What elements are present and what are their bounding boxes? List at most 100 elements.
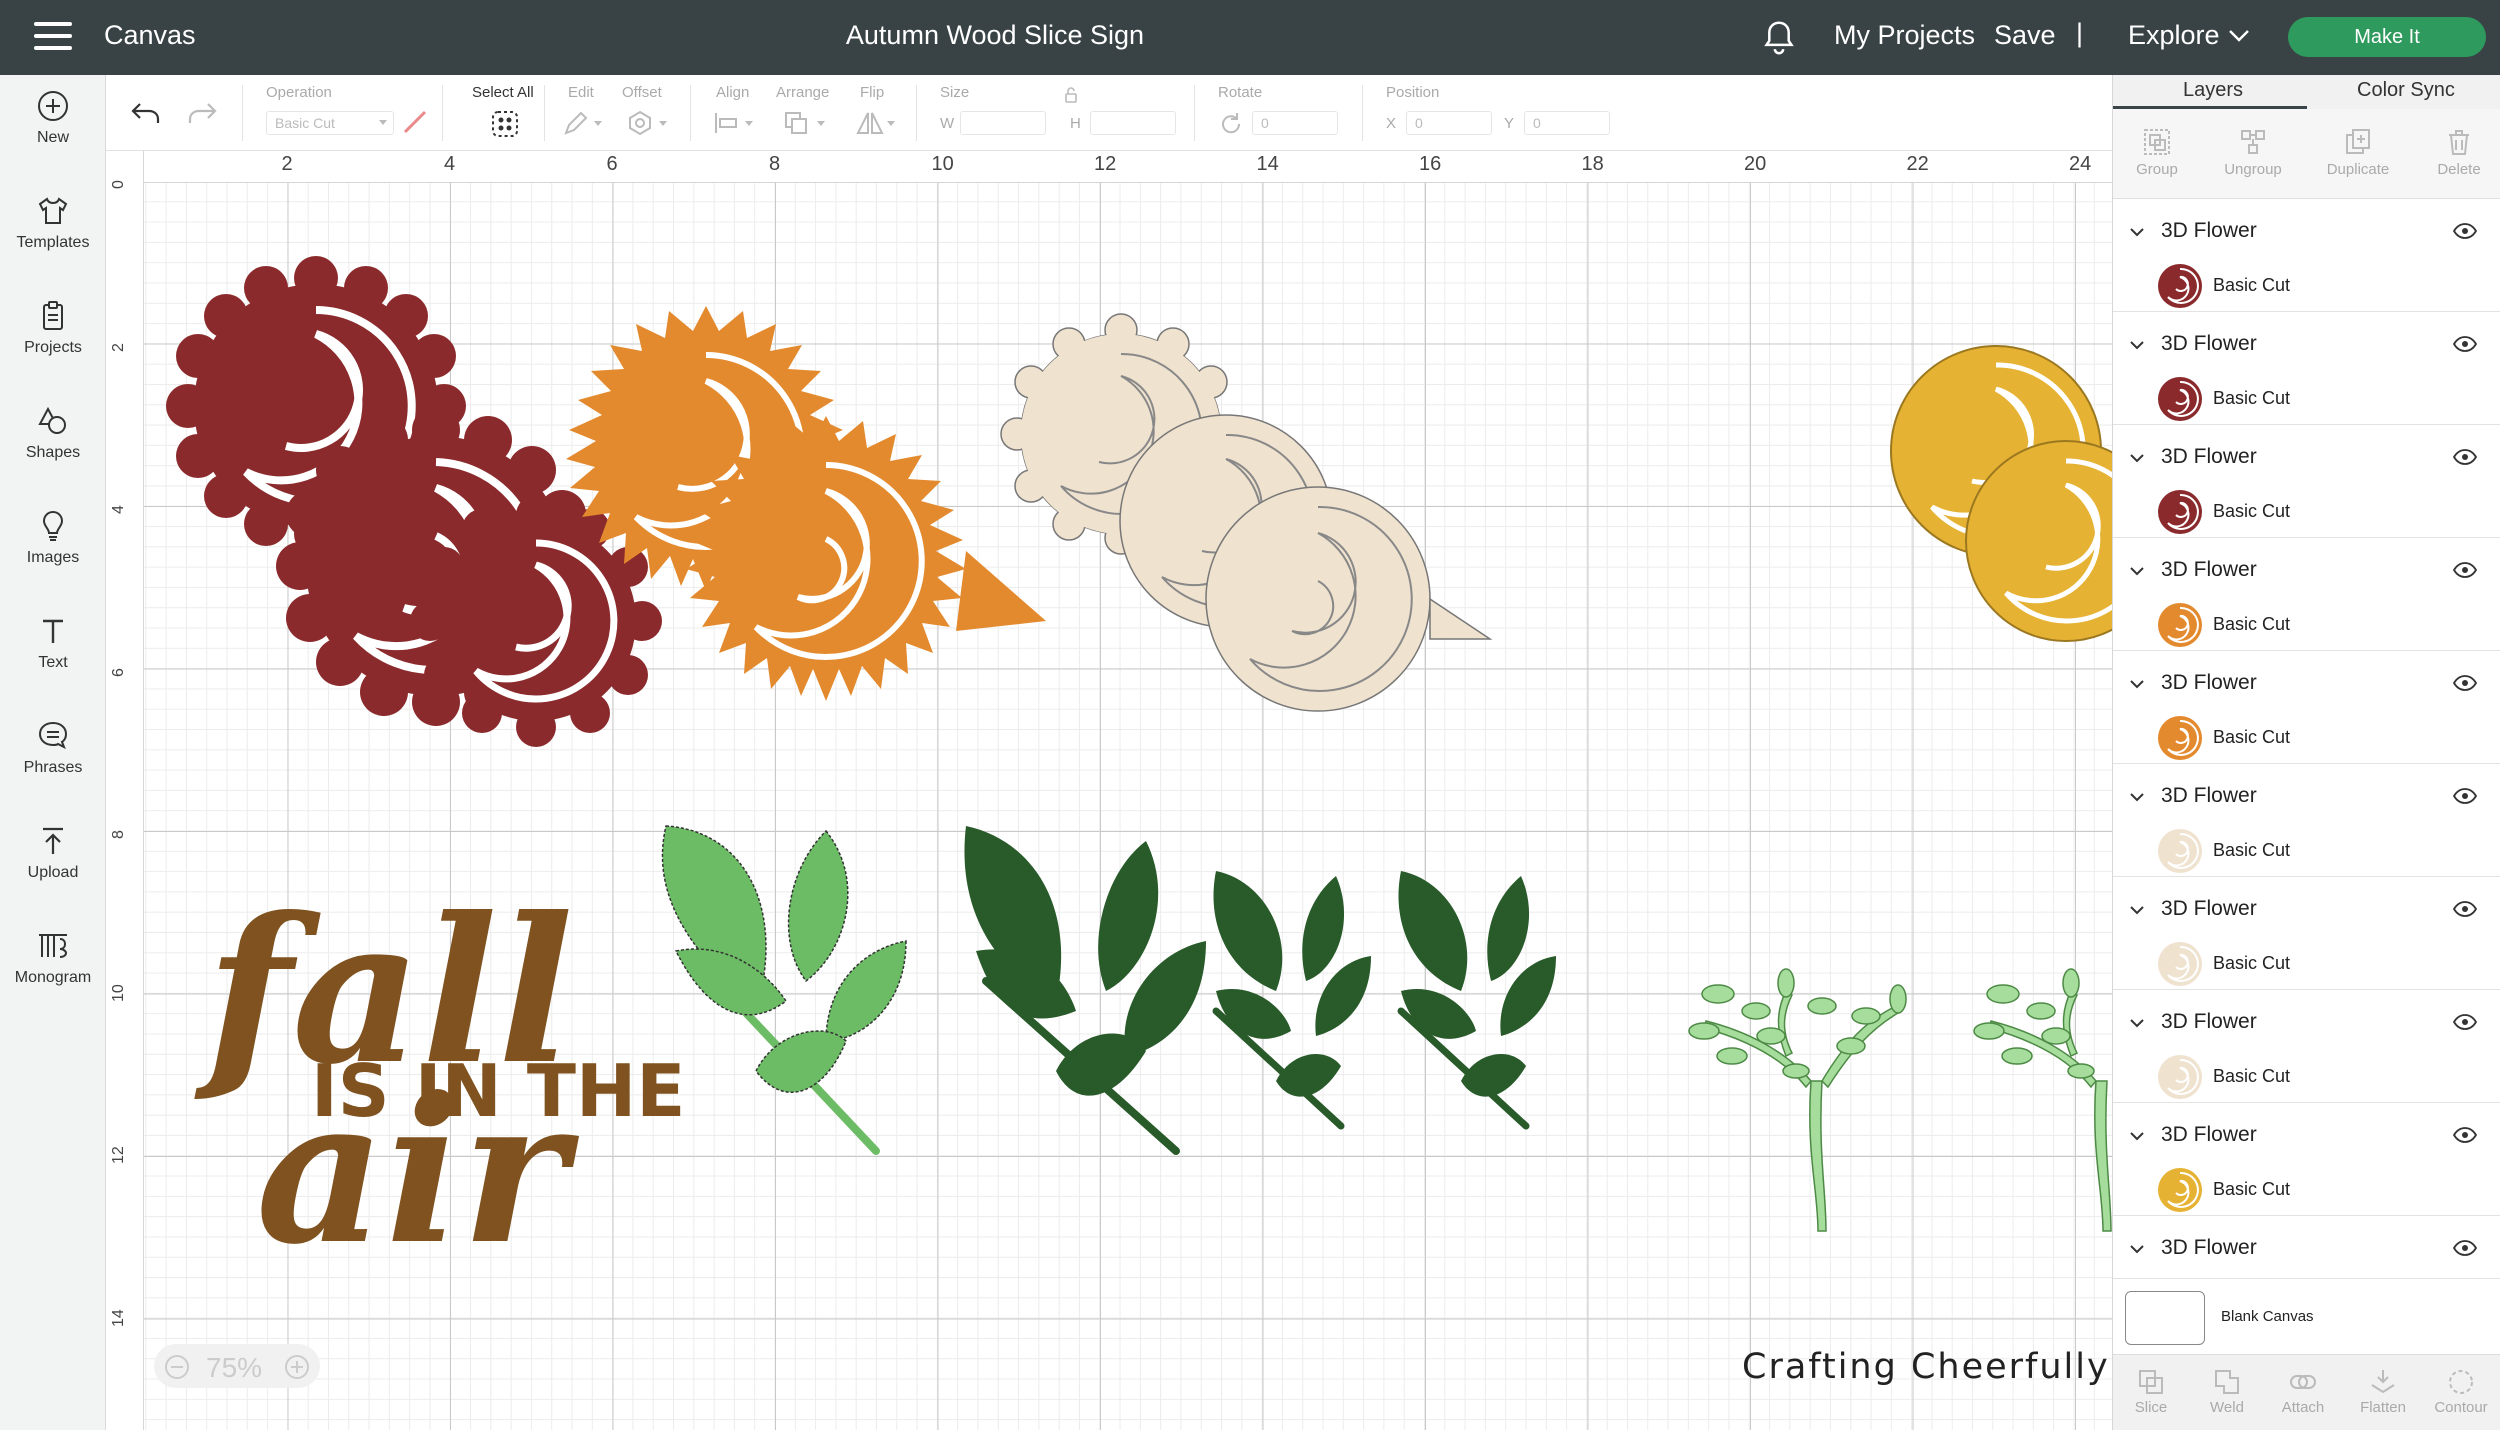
chevron-down-icon[interactable] <box>2129 1018 2145 1028</box>
align-icon[interactable] <box>712 109 756 137</box>
x-input[interactable]: 0 <box>1406 111 1492 135</box>
layer-row[interactable]: 3D FlowerBasic Cut <box>2113 199 2500 312</box>
sidebar-item-phrases[interactable]: Phrases <box>0 705 106 795</box>
chevron-down-icon[interactable] <box>2129 340 2145 350</box>
undo-icon[interactable] <box>130 101 162 127</box>
layer-operation: Basic Cut <box>2213 1179 2291 1199</box>
sidebar-item-new[interactable]: New <box>0 75 106 165</box>
eye-icon[interactable] <box>2453 336 2477 352</box>
eye-icon[interactable] <box>2453 562 2477 578</box>
eye-icon[interactable] <box>2453 901 2477 917</box>
chevron-down-icon[interactable] <box>2129 566 2145 576</box>
orange-flower-group[interactable] <box>566 306 1046 701</box>
pale-stem-2[interactable] <box>1973 968 2112 1232</box>
project-title[interactable]: Autumn Wood Slice Sign <box>0 20 1990 51</box>
toolbar-divider <box>690 85 691 141</box>
cream-flower-group[interactable] <box>1000 313 1493 712</box>
eye-icon[interactable] <box>2453 223 2477 239</box>
light-leaf-sprig[interactable] <box>661 825 907 1155</box>
layer-row[interactable]: 3D FlowerBasic Cut <box>2113 538 2500 651</box>
zoom-out-icon[interactable] <box>164 1354 190 1380</box>
layer-operation: Basic Cut <box>2213 501 2291 521</box>
explore-dropdown[interactable]: Explore <box>2128 20 2220 51</box>
layer-row[interactable]: 3D FlowerBasic Cut <box>2113 877 2500 990</box>
ruler-x-tick: 20 <box>1744 153 1767 175</box>
tab-color-sync[interactable]: Color Sync <box>2357 79 2455 102</box>
pale-stem-1[interactable] <box>1688 968 1907 1232</box>
tab-layers[interactable]: Layers <box>2183 79 2243 102</box>
gold-flower-group[interactable] <box>1890 345 2112 642</box>
sidebar-item-monogram[interactable]: Monogram <box>0 915 106 1005</box>
edit-pencil-icon[interactable] <box>562 109 604 137</box>
flip-icon[interactable] <box>854 109 898 137</box>
width-input[interactable] <box>960 111 1046 135</box>
sidebar-item-upload[interactable]: Upload <box>0 810 106 900</box>
layer-row[interactable]: 3D FlowerBasic Cut <box>2113 425 2500 538</box>
dark-leaf-sprig-3[interactable] <box>1397 871 1557 1130</box>
layer-row[interactable]: 3D FlowerBasic Cut <box>2113 651 2500 764</box>
blank-canvas-row[interactable]: Blank Canvas <box>2113 1278 2500 1354</box>
lock-icon[interactable] <box>1064 87 1078 103</box>
chevron-down-icon[interactable] <box>2129 453 2145 463</box>
dark-leaf-sprig-1[interactable] <box>964 826 1206 1155</box>
red-flower-group[interactable] <box>166 256 662 747</box>
sidebar-item-shapes[interactable]: Shapes <box>0 390 106 480</box>
chevron-down-icon[interactable] <box>2129 1131 2145 1141</box>
eye-icon[interactable] <box>2453 449 2477 465</box>
group-button[interactable]: Group <box>2117 109 2197 199</box>
weld-label: Weld <box>2210 1399 2244 1416</box>
design-canvas[interactable]: fall IS IN THE air 2 4 6 8 10 12 14 16 1… <box>106 151 2112 1430</box>
chevron-down-icon[interactable] <box>2129 227 2145 237</box>
slice-button[interactable]: Slice <box>2113 1355 2189 1430</box>
redo-icon[interactable] <box>186 101 218 127</box>
color-swatch-icon[interactable] <box>402 109 428 135</box>
save-link[interactable]: Save <box>1994 20 2056 51</box>
layer-thumbnail <box>2158 1168 2202 1212</box>
chevron-down-icon[interactable] <box>2228 28 2250 44</box>
eye-icon[interactable] <box>2453 788 2477 804</box>
operation-select[interactable]: Basic Cut <box>266 111 394 135</box>
contour-button[interactable]: Contour <box>2423 1355 2499 1430</box>
dark-leaf-sprig-2[interactable] <box>1212 871 1372 1130</box>
duplicate-button[interactable]: Duplicate <box>2318 109 2398 199</box>
ruler-x-tick: 12 <box>1094 153 1117 175</box>
blank-canvas-swatch[interactable] <box>2125 1291 2205 1345</box>
sidebar-item-images[interactable]: Images <box>0 495 106 585</box>
notifications-bell-icon[interactable] <box>1762 20 1796 56</box>
eye-icon[interactable] <box>2453 1014 2477 1030</box>
sidebar-item-templates[interactable]: Templates <box>0 180 106 270</box>
zoom-in-icon[interactable] <box>284 1354 310 1380</box>
offset-icon[interactable] <box>626 109 670 137</box>
left-sidebar: New Templates Projects Shapes Images Tex… <box>0 75 106 1430</box>
rotate-input[interactable]: 0 <box>1252 111 1338 135</box>
my-projects-link[interactable]: My Projects <box>1834 20 1975 51</box>
fall-phrase[interactable]: fall IS IN THE air <box>194 874 685 1289</box>
layer-row[interactable]: 3D FlowerBasic Cut <box>2113 1216 2500 1276</box>
chevron-down-icon[interactable] <box>2129 1244 2145 1254</box>
sidebar-item-projects[interactable]: Projects <box>0 285 106 375</box>
layer-row[interactable]: 3D FlowerBasic Cut <box>2113 312 2500 425</box>
contour-icon <box>2449 1370 2473 1394</box>
layer-row[interactable]: 3D FlowerBasic Cut <box>2113 764 2500 877</box>
ungroup-button[interactable]: Ungroup <box>2213 109 2293 199</box>
layer-row[interactable]: 3D FlowerBasic Cut <box>2113 1103 2500 1216</box>
arrange-icon[interactable] <box>782 109 828 137</box>
chevron-down-icon[interactable] <box>2129 679 2145 689</box>
select-all-icon[interactable] <box>490 109 520 139</box>
delete-button[interactable]: Delete <box>2419 109 2499 199</box>
attach-button[interactable]: Attach <box>2265 1355 2341 1430</box>
y-input[interactable]: 0 <box>1524 111 1610 135</box>
eye-icon[interactable] <box>2453 675 2477 691</box>
layers-list: 3D Flower Basic Cut 3D Flower Basic Cut 3D F… <box>2113 199 2500 1276</box>
weld-button[interactable]: Weld <box>2189 1355 2265 1430</box>
make-it-button[interactable]: Make It <box>2288 17 2486 57</box>
layer-row[interactable]: 3D FlowerBasic Cut <box>2113 990 2500 1103</box>
eye-icon[interactable] <box>2453 1127 2477 1143</box>
sidebar-label: Phrases <box>23 759 83 776</box>
chevron-down-icon[interactable] <box>2129 792 2145 802</box>
height-input[interactable] <box>1090 111 1176 135</box>
chevron-down-icon[interactable] <box>2129 905 2145 915</box>
eye-icon[interactable] <box>2453 1240 2477 1256</box>
flatten-button[interactable]: Flatten <box>2345 1355 2421 1430</box>
sidebar-item-text[interactable]: Text <box>0 600 106 690</box>
